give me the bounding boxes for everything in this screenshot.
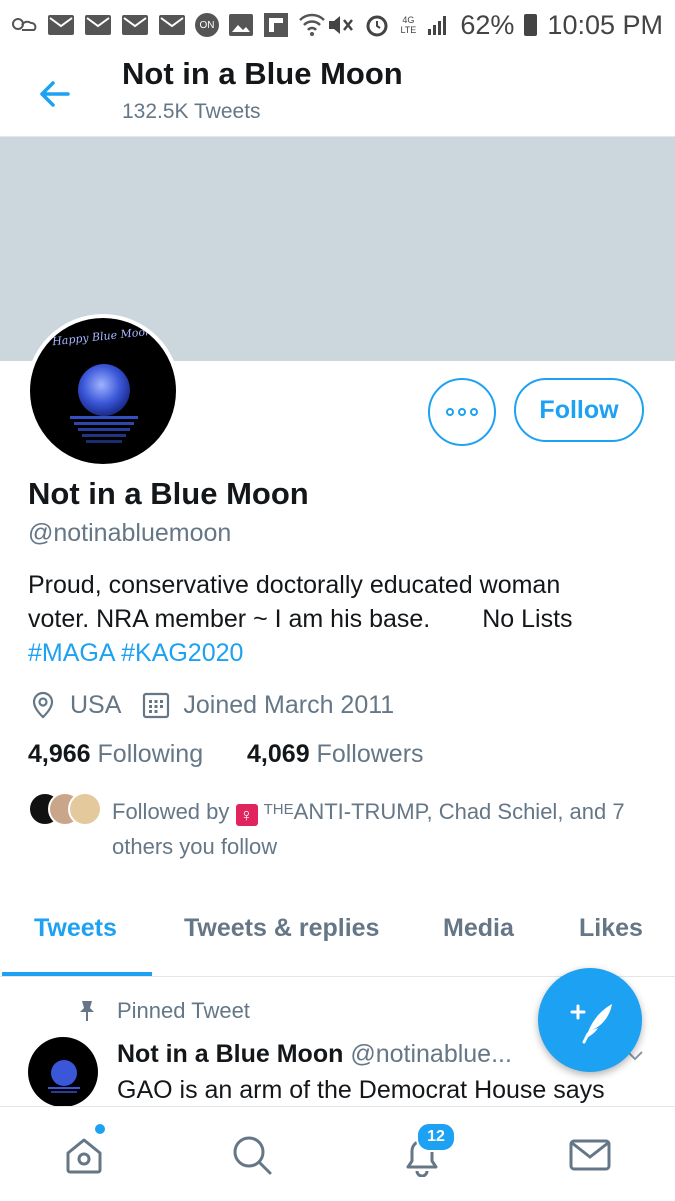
more-options-button[interactable] <box>428 378 496 446</box>
back-arrow-icon[interactable] <box>34 74 74 114</box>
location-pin-icon <box>32 691 54 719</box>
following-link[interactable]: 4,966 Following <box>28 740 203 768</box>
tweet-handle: @notinablue... <box>350 1040 512 1068</box>
status-bar: ON 4G LTE 62% 10:05 PM <box>0 0 675 50</box>
network-label: 4G LTE <box>400 15 417 35</box>
flipboard-icon <box>264 13 288 37</box>
more-dot-icon <box>458 408 466 416</box>
tweet-header: Not in a Blue Moon @notinablue... <box>117 1040 512 1069</box>
moon-icon <box>48 1060 80 1093</box>
battery-icon <box>524 14 538 36</box>
header-title: Not in a Blue Moon <box>122 56 403 91</box>
bio-hashtags: #MAGA #KAG2020 <box>28 636 658 670</box>
battery-percent: 62% <box>460 9 515 40</box>
profile-name: Not in a Blue Moon <box>28 476 309 511</box>
compose-feather-icon <box>570 1004 612 1044</box>
mute-icon <box>329 16 354 34</box>
avatar[interactable]: Happy Blue Moon <box>26 314 180 468</box>
weather-icon <box>12 18 37 31</box>
avatar-image: Happy Blue Moon <box>30 318 176 464</box>
wifi-icon <box>299 13 325 36</box>
more-dot-icon <box>470 408 478 416</box>
tab-tweets-replies[interactable]: Tweets & replies <box>184 914 379 943</box>
on-icon: ON <box>195 13 219 37</box>
moon-icon <box>70 364 138 443</box>
active-tab-indicator <box>2 972 152 976</box>
bio-text: voter. NRA member ~ I am his base. <box>28 605 431 633</box>
profile-header: Not in a Blue Moon 132.5K Tweets <box>0 50 675 137</box>
pin-icon <box>80 1001 94 1021</box>
following-label: Following <box>97 740 204 768</box>
tab-media[interactable]: Media <box>443 914 514 943</box>
mail-icon <box>85 15 111 35</box>
image-icon <box>229 14 253 36</box>
tab-tweets[interactable]: Tweets <box>34 914 117 943</box>
followed-by-avatars[interactable] <box>28 792 102 826</box>
joined-date: Joined March 2011 <box>183 690 395 719</box>
mail-icon <box>159 15 185 35</box>
tweet-count: 132.5K Tweets <box>122 100 261 123</box>
home-icon[interactable] <box>62 1133 106 1177</box>
followers-link[interactable]: 4,069 Followers <box>247 740 424 768</box>
mail-icon <box>48 15 74 35</box>
hashtag-link[interactable]: #KAG2020 <box>121 639 243 667</box>
followed-by-label: Followed by <box>112 799 230 824</box>
followers-count: 4,069 <box>247 740 310 768</box>
notifications-badge: 12 <box>416 1122 456 1152</box>
mail-icon <box>122 15 148 35</box>
tweet-author[interactable]: Not in a Blue Moon <box>117 1040 343 1068</box>
tweet-text: GAO is an arm of the Democrat House says <box>117 1076 605 1104</box>
hashtag-link[interactable]: #MAGA <box>28 639 114 667</box>
followed-by-text[interactable]: Followed by ♀ THEANTI-TRUMP, Chad Schiel… <box>112 792 652 864</box>
alarm-icon <box>366 15 388 37</box>
profile-bio: Proud, conservative doctorally educated … <box>28 568 658 670</box>
compose-tweet-button[interactable] <box>538 968 642 1072</box>
clock: 10:05 PM <box>547 9 663 40</box>
venus-icon: ♀ <box>235 804 258 826</box>
calendar-icon <box>143 692 170 719</box>
followed-by-badge: THE <box>263 801 294 818</box>
followed-by-rest: , Chad Schiel, and 7 <box>426 799 625 824</box>
avatar <box>68 792 102 826</box>
search-icon[interactable] <box>230 1133 274 1177</box>
followed-by-name: ANTI-TRUMP <box>293 799 427 824</box>
pinned-label: Pinned Tweet <box>117 998 250 1023</box>
more-dot-icon <box>446 408 454 416</box>
tweet-avatar[interactable] <box>28 1037 98 1107</box>
follow-stats: 4,966 Following 4,069 Followers <box>28 740 424 769</box>
following-count: 4,966 <box>28 740 91 768</box>
bio-line-1: Proud, conservative doctorally educated … <box>28 571 561 599</box>
profile-tabs: Tweets Tweets & replies Media Likes <box>0 900 675 977</box>
bio-text-lists: No Lists <box>482 605 573 633</box>
followed-by-others: others you follow <box>112 834 278 859</box>
tab-likes[interactable]: Likes <box>579 914 643 943</box>
bottom-navigation <box>0 1106 675 1201</box>
messages-icon[interactable] <box>568 1133 612 1177</box>
profile-meta: USA Joined March 2011 <box>28 688 394 722</box>
location: USA <box>70 690 122 719</box>
bio-line-2: voter. NRA member ~ I am his base. No Lis… <box>28 602 658 636</box>
followers-label: Followers <box>316 740 424 768</box>
follow-button[interactable]: Follow <box>514 378 644 442</box>
home-unread-dot <box>95 1124 105 1134</box>
notification-icons: ON <box>8 8 326 42</box>
system-status: 4G LTE 62% 10:05 PM <box>326 8 663 42</box>
signal-icon <box>428 16 447 35</box>
profile-handle: @notinabluemoon <box>28 519 232 547</box>
